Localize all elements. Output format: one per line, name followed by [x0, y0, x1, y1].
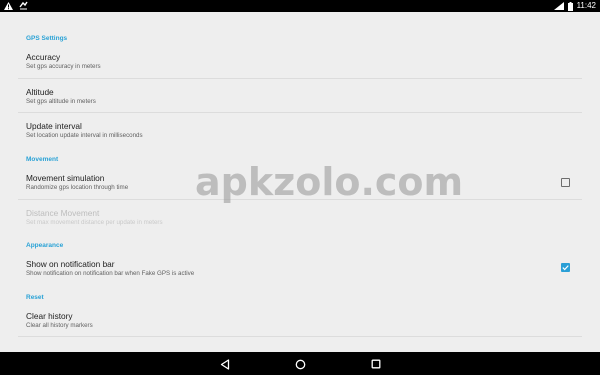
- pref-accuracy-summary: Set gps accuracy in meters: [26, 63, 101, 70]
- home-button[interactable]: [293, 357, 307, 371]
- recents-button[interactable]: [369, 357, 383, 371]
- pref-distance-movement-summary: Set max movement distance per update in …: [26, 219, 163, 226]
- divider: [18, 78, 582, 79]
- divider: [18, 336, 582, 337]
- wifi-icon: [553, 2, 564, 10]
- pref-update-interval[interactable]: Update interval Set location update inte…: [0, 121, 600, 145]
- pref-clear-history[interactable]: Clear history Clear all history markers: [0, 311, 600, 335]
- pref-accuracy[interactable]: Accuracy Set gps accuracy in meters: [0, 52, 600, 76]
- pref-update-interval-summary: Set location update interval in millisec…: [26, 132, 143, 139]
- pref-movement-simulation-title: Movement simulation: [26, 173, 105, 183]
- pref-notification-bar-summary: Show notification on notification bar wh…: [26, 270, 195, 277]
- pref-distance-movement-title: Distance Movement: [26, 208, 100, 218]
- watermark: apkzolo.com: [195, 160, 464, 204]
- pref-show-notification-bar[interactable]: Show on notification bar Show notificati…: [0, 259, 600, 283]
- pref-altitude[interactable]: Altitude Set gps altitude in meters: [0, 87, 600, 111]
- status-time: 11:42: [576, 1, 596, 10]
- home-icon: [295, 359, 305, 369]
- pref-altitude-summary: Set gps altitude in meters: [26, 98, 96, 105]
- pref-update-interval-title: Update interval: [26, 121, 82, 131]
- pref-accuracy-title: Accuracy: [26, 52, 61, 62]
- category-gps-settings: GPS Settings: [26, 35, 68, 42]
- category-reset: Reset: [26, 294, 44, 301]
- warning-icon: [4, 1, 13, 10]
- pref-distance-movement: Distance Movement Set max movement dista…: [0, 208, 600, 232]
- pref-clear-history-summary: Clear all history markers: [26, 322, 93, 329]
- recents-icon: [371, 359, 381, 369]
- status-bar: 11:42: [0, 0, 600, 12]
- divider: [18, 112, 582, 113]
- back-icon: [220, 358, 230, 370]
- battery-icon: [567, 1, 573, 11]
- pref-clear-history-title: Clear history: [26, 311, 73, 321]
- pref-movement-simulation-summary: Randomize gps location through time: [26, 184, 129, 191]
- checkmark-icon: [562, 265, 569, 271]
- pref-altitude-title: Altitude: [26, 87, 54, 97]
- fake-gps-app-icon: [19, 1, 28, 10]
- movement-simulation-checkbox[interactable]: [561, 178, 570, 187]
- notification-bar-checkbox[interactable]: [561, 263, 570, 272]
- category-appearance: Appearance: [26, 242, 64, 249]
- navigation-bar: [0, 352, 600, 375]
- category-movement: Movement: [26, 156, 59, 163]
- pref-notification-bar-title: Show on notification bar: [26, 259, 115, 269]
- back-button[interactable]: [218, 357, 232, 371]
